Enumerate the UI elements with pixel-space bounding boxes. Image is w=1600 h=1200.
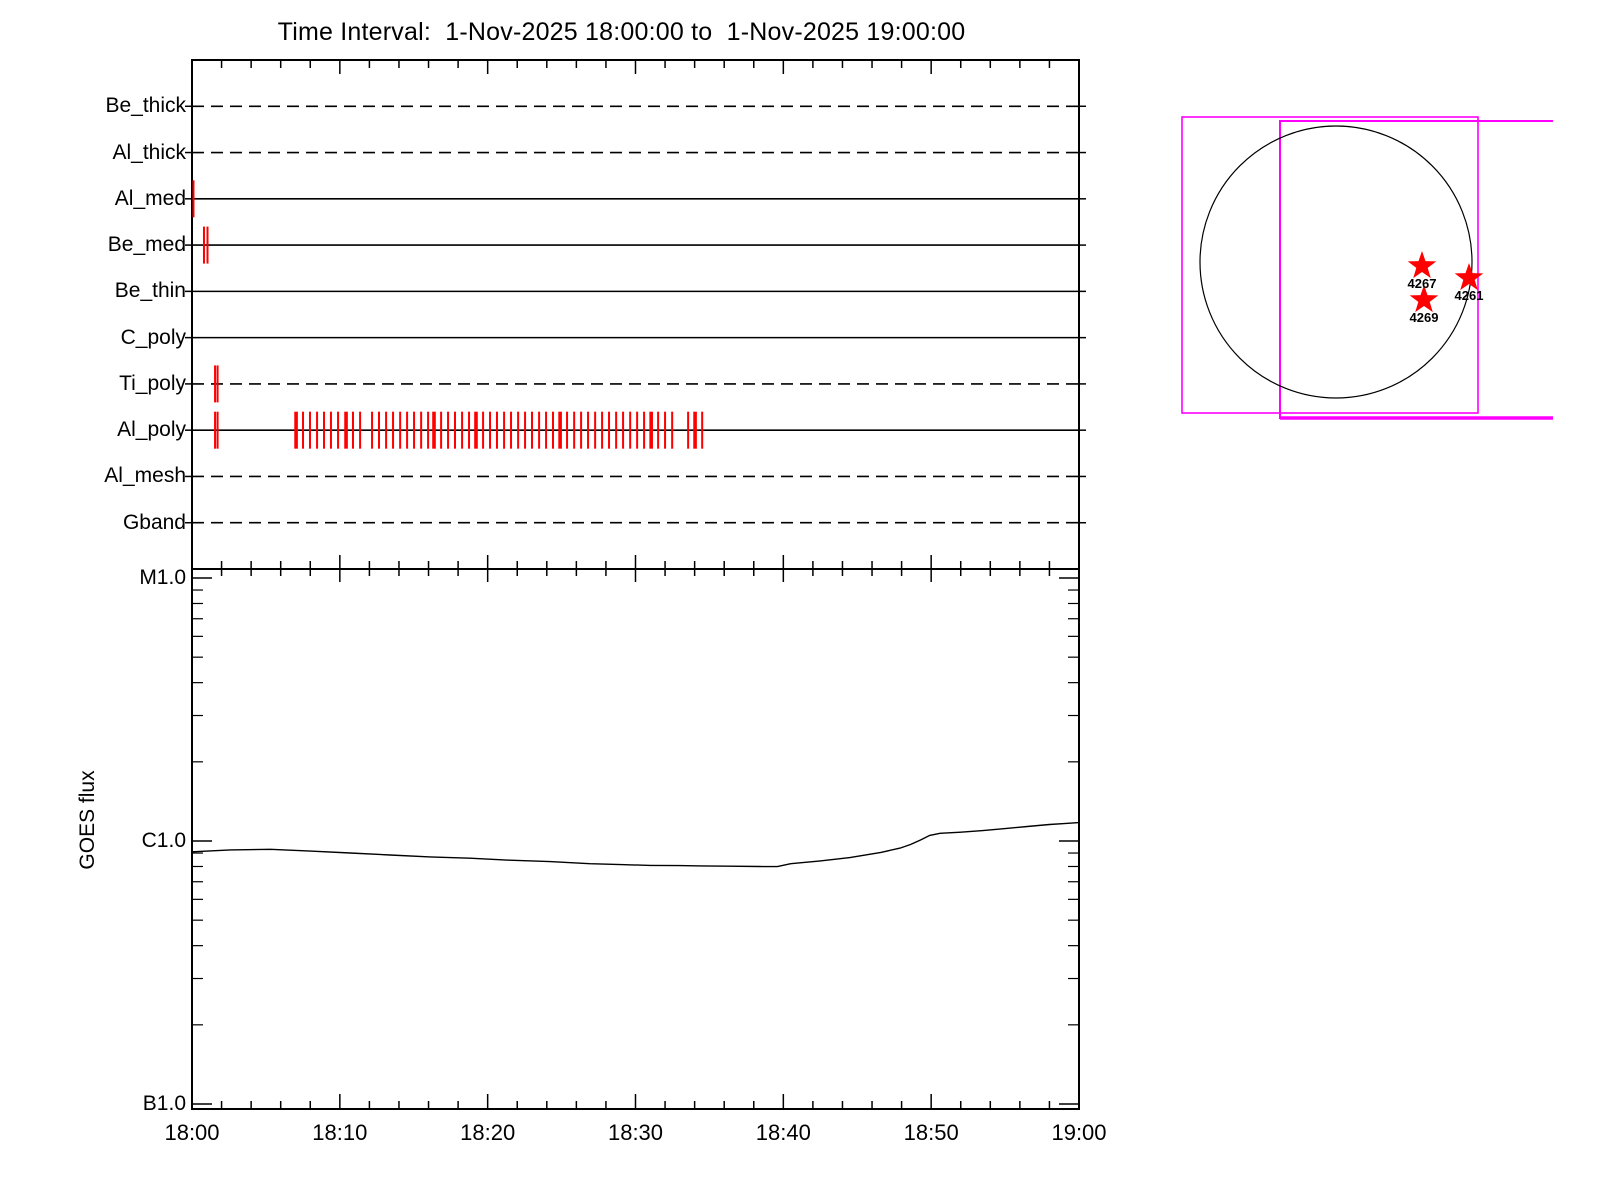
- exposure-tick-Al_poly: [524, 412, 526, 449]
- exposure-tick-Al_poly: [440, 412, 442, 449]
- exposure-tick-Al_poly: [510, 412, 512, 449]
- exposure-tick-Al_poly: [615, 412, 617, 449]
- exposure-tick-Al_poly: [531, 412, 533, 449]
- exposure-tick-Ti_poly: [214, 365, 216, 402]
- exposure-tick-Al_poly: [214, 412, 216, 449]
- exposure-tick-Al_poly: [432, 412, 436, 449]
- filter-label-Al_thick: Al_thick: [36, 142, 186, 163]
- xtick-18:40: 18:40: [738, 1122, 828, 1144]
- exposure-tick-Al_poly: [406, 412, 408, 449]
- exposure-tick-Al_poly: [503, 412, 505, 449]
- filter-label-Ti_poly: Ti_poly: [36, 373, 186, 394]
- goes-flux-axis-label: GOES flux: [76, 770, 100, 869]
- exposure-tick-Al_poly: [447, 412, 449, 449]
- exposure-tick-Ti_poly: [217, 365, 219, 402]
- exposure-tick-Al_poly: [636, 412, 638, 449]
- exposure-tick-Al_poly: [482, 412, 484, 449]
- active-region-star-4267: [1408, 251, 1437, 278]
- exposure-tick-Al_poly: [671, 412, 673, 449]
- exposure-tick-Al_poly: [489, 412, 491, 449]
- xtick-18:00: 18:00: [147, 1122, 237, 1144]
- exposure-tick-Al_poly: [323, 412, 325, 449]
- exposure-tick-Al_poly: [643, 412, 645, 449]
- exposure-tick-Al_poly: [474, 412, 478, 449]
- exposure-tick-Al_poly: [496, 412, 498, 449]
- exposure-tick-Al_poly: [392, 412, 394, 449]
- exposure-tick-Al_poly: [371, 412, 373, 449]
- xtick-19:00: 19:00: [1034, 1122, 1124, 1144]
- exposure-tick-Al_poly: [378, 412, 380, 449]
- exposure-tick-Al_poly: [629, 412, 631, 449]
- exposure-tick-Al_poly: [413, 412, 415, 449]
- exposure-tick-Al_poly: [302, 412, 304, 449]
- goes-ytick-C1.0: C1.0: [96, 830, 186, 851]
- xrt-timeline-figure: Time Interval: 1-Nov-2025 18:00:00 to 1-…: [0, 0, 1600, 1200]
- active-region-label-4261: 4261: [1439, 289, 1499, 302]
- filter-label-Be_thick: Be_thick: [36, 95, 186, 116]
- exposure-tick-Al_poly: [558, 412, 562, 449]
- xtick-18:50: 18:50: [886, 1122, 976, 1144]
- filter-label-Be_thin: Be_thin: [36, 280, 186, 301]
- filter-label-C_poly: C_poly: [36, 327, 186, 348]
- goes-ytick-M1.0: M1.0: [96, 567, 186, 588]
- exposure-tick-Al_med: [192, 180, 194, 217]
- xtick-18:10: 18:10: [295, 1122, 385, 1144]
- exposure-tick-Al_poly: [601, 412, 603, 449]
- exposure-tick-Be_med: [207, 227, 209, 264]
- exposure-tick-Al_poly: [538, 412, 540, 449]
- exposure-tick-Al_poly: [385, 412, 387, 449]
- exposure-tick-Al_poly: [608, 412, 610, 449]
- exposure-tick-Al_poly: [359, 412, 361, 449]
- goes-flux-curve: [192, 823, 1079, 867]
- exposure-tick-Al_poly: [454, 412, 456, 449]
- exposure-tick-Al_poly: [337, 412, 339, 449]
- exposure-tick-Al_poly: [664, 412, 666, 449]
- goes-ytick-B1.0: B1.0: [96, 1093, 186, 1114]
- exposure-tick-Al_poly: [420, 412, 422, 449]
- filter-label-Al_poly: Al_poly: [36, 419, 186, 440]
- exposure-tick-Al_poly: [580, 412, 582, 449]
- exposure-tick-Al_poly: [517, 412, 519, 449]
- exposure-tick-Al_poly: [309, 412, 311, 449]
- exposure-tick-Al_poly: [701, 412, 703, 449]
- exposure-tick-Al_poly: [316, 412, 318, 449]
- exposure-tick-Al_poly: [217, 412, 219, 449]
- exposure-tick-Al_poly: [573, 412, 575, 449]
- exposure-tick-Al_poly: [468, 412, 470, 449]
- fov-box-1: [1182, 117, 1478, 413]
- xrt-filter-panel-border: [192, 60, 1079, 569]
- exposure-tick-Al_poly: [566, 412, 568, 449]
- xtick-18:30: 18:30: [591, 1122, 681, 1144]
- xtick-18:20: 18:20: [443, 1122, 533, 1144]
- exposure-tick-Al_poly: [657, 412, 659, 449]
- exposure-tick-Al_poly: [545, 412, 547, 449]
- filter-label-Gband: Gband: [36, 512, 186, 533]
- exposure-tick-Al_poly: [344, 412, 348, 449]
- exposure-tick-Al_poly: [693, 412, 697, 449]
- active-region-star-4261: [1455, 263, 1484, 290]
- filter-label-Al_mesh: Al_mesh: [36, 465, 186, 486]
- exposure-tick-Al_poly: [427, 412, 429, 449]
- exposure-tick-Al_poly: [294, 412, 298, 449]
- exposure-tick-Al_poly: [594, 412, 596, 449]
- exposure-tick-Al_poly: [587, 412, 589, 449]
- exposure-tick-Be_med: [203, 227, 205, 264]
- exposure-tick-Al_poly: [352, 412, 354, 449]
- exposure-tick-Al_poly: [399, 412, 401, 449]
- exposure-tick-Al_poly: [552, 412, 554, 449]
- goes-panel-border: [192, 569, 1079, 1109]
- filter-label-Al_med: Al_med: [36, 188, 186, 209]
- exposure-tick-Al_poly: [461, 412, 463, 449]
- exposure-tick-Al_poly: [687, 412, 689, 449]
- page-title: Time Interval: 1-Nov-2025 18:00:00 to 1-…: [178, 18, 1065, 47]
- filter-label-Be_med: Be_med: [36, 234, 186, 255]
- exposure-tick-Al_poly: [622, 412, 624, 449]
- active-region-label-4269: 4269: [1394, 311, 1454, 324]
- plot-svg: [0, 0, 1600, 1200]
- exposure-tick-Al_poly: [649, 412, 653, 449]
- exposure-tick-Al_poly: [330, 412, 332, 449]
